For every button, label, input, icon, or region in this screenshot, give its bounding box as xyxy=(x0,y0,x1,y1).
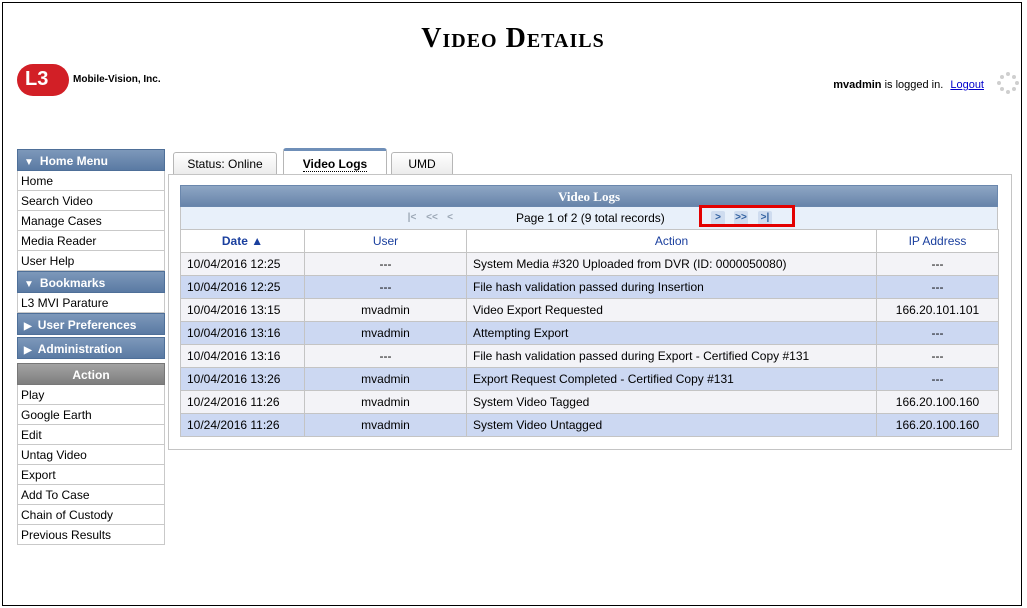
column-date[interactable]: Date ▲ xyxy=(180,229,305,253)
action-export[interactable]: Export xyxy=(17,465,165,485)
cell-action: File hash validation passed during Inser… xyxy=(466,275,877,299)
username: mvadmin xyxy=(833,79,882,91)
loading-spinner-icon xyxy=(997,72,1019,94)
expand-arrow-icon: ▶ xyxy=(24,321,32,332)
table-row[interactable]: 10/04/2016 13:16 --- File hash validatio… xyxy=(180,344,999,368)
table-row[interactable]: 10/04/2016 13:16 mvadmin Attempting Expo… xyxy=(180,321,999,345)
table-row[interactable]: 10/24/2016 11:26 mvadmin System Video Ta… xyxy=(180,390,999,414)
sidebar-item-home[interactable]: Home xyxy=(17,171,165,191)
action-google-earth[interactable]: Google Earth xyxy=(17,405,165,425)
table-row[interactable]: 10/04/2016 12:25 --- File hash validatio… xyxy=(180,275,999,299)
table-row[interactable]: 10/04/2016 13:26 mvadmin Export Request … xyxy=(180,367,999,391)
logged-in-text: is logged in. xyxy=(881,79,944,91)
tab-video-logs[interactable]: Video Logs xyxy=(283,148,387,174)
tab-umd[interactable]: UMD xyxy=(391,152,453,174)
cell-date: 10/04/2016 13:16 xyxy=(180,344,305,368)
action-play[interactable]: Play xyxy=(17,385,165,405)
collapse-arrow-icon: ▼ xyxy=(24,279,34,290)
table-row[interactable]: 10/24/2016 11:26 mvadmin System Video Un… xyxy=(180,413,999,437)
sidebar-item-user-help[interactable]: User Help xyxy=(17,251,165,271)
video-logs-grid: Video Logs |< << < Page 1 of 2 (9 total … xyxy=(180,185,999,437)
home-menu-header[interactable]: ▼ Home Menu xyxy=(17,149,165,171)
cell-action: System Media #320 Uploaded from DVR (ID:… xyxy=(466,252,877,276)
cell-action: System Video Tagged xyxy=(466,390,877,414)
pager-text: Page 1 of 2 (9 total records) xyxy=(516,211,665,225)
sidebar: ▼ Home Menu Home Search Video Manage Case… xyxy=(17,149,165,545)
cell-user: --- xyxy=(304,344,467,368)
cell-ip: 166.20.100.160 xyxy=(876,413,999,437)
table-row[interactable]: 10/04/2016 12:25 --- System Media #320 U… xyxy=(180,252,999,276)
cell-user: mvadmin xyxy=(304,298,467,322)
column-ip-address[interactable]: IP Address xyxy=(876,229,999,253)
cell-ip: 166.20.101.101 xyxy=(876,298,999,322)
cell-date: 10/04/2016 13:26 xyxy=(180,367,305,391)
action-untag-video[interactable]: Untag Video xyxy=(17,445,165,465)
user-preferences-header[interactable]: ▶ User Preferences xyxy=(17,313,165,335)
column-action[interactable]: Action xyxy=(466,229,877,253)
highlight-box xyxy=(699,205,795,227)
cell-ip: 166.20.100.160 xyxy=(876,390,999,414)
cell-action: Attempting Export xyxy=(466,321,877,345)
grid-title: Video Logs xyxy=(180,185,998,207)
tab-status-online[interactable]: Status: Online xyxy=(173,152,277,174)
cell-ip: --- xyxy=(876,367,999,391)
sidebar-item-l3-mvi-parature[interactable]: L3 MVI Parature xyxy=(17,293,165,313)
first-page-icon[interactable]: |< xyxy=(405,211,419,225)
sidebar-item-search-video[interactable]: Search Video xyxy=(17,191,165,211)
logo-badge: L3 xyxy=(17,64,69,96)
cell-date: 10/24/2016 11:26 xyxy=(180,390,305,414)
cell-user: --- xyxy=(304,275,467,299)
cell-ip: --- xyxy=(876,252,999,276)
cell-date: 10/04/2016 13:16 xyxy=(180,321,305,345)
video-logs-panel: Video Logs |< << < Page 1 of 2 (9 total … xyxy=(168,174,1012,450)
prev-fast-icon[interactable]: << xyxy=(425,211,439,225)
prev-page-icon[interactable]: < xyxy=(443,211,457,225)
cell-ip: --- xyxy=(876,344,999,368)
sidebar-item-manage-cases[interactable]: Manage Cases xyxy=(17,211,165,231)
cell-date: 10/04/2016 13:15 xyxy=(180,298,305,322)
column-user[interactable]: User xyxy=(304,229,467,253)
cell-action: System Video Untagged xyxy=(466,413,877,437)
cell-action: Video Export Requested xyxy=(466,298,877,322)
sidebar-item-media-reader[interactable]: Media Reader xyxy=(17,231,165,251)
administration-header[interactable]: ▶ Administration xyxy=(17,337,165,359)
cell-user: mvadmin xyxy=(304,413,467,437)
logo-text: Mobile-Vision, Inc. xyxy=(73,74,161,85)
cell-user: mvadmin xyxy=(304,321,467,345)
cell-date: 10/04/2016 12:25 xyxy=(180,275,305,299)
page-title: Video Details xyxy=(421,23,605,54)
cell-user: mvadmin xyxy=(304,367,467,391)
cell-user: mvadmin xyxy=(304,390,467,414)
collapse-arrow-icon: ▼ xyxy=(24,157,34,168)
action-chain-of-custody[interactable]: Chain of Custody xyxy=(17,505,165,525)
cell-ip: --- xyxy=(876,275,999,299)
cell-user: --- xyxy=(304,252,467,276)
action-previous-results[interactable]: Previous Results xyxy=(17,525,165,545)
login-status: mvadmin is logged in. Logout xyxy=(833,79,984,91)
cell-date: 10/04/2016 12:25 xyxy=(180,252,305,276)
page-frame: Video Details L3 Mobile-Vision, Inc. mva… xyxy=(2,2,1022,606)
logo-mark: L3 xyxy=(25,68,49,90)
bookmarks-header[interactable]: ▼ Bookmarks xyxy=(17,271,165,293)
action-edit[interactable]: Edit xyxy=(17,425,165,445)
cell-action: File hash validation passed during Expor… xyxy=(466,344,877,368)
table-row[interactable]: 10/04/2016 13:15 mvadmin Video Export Re… xyxy=(180,298,999,322)
action-add-to-case[interactable]: Add To Case xyxy=(17,485,165,505)
logout-link[interactable]: Logout xyxy=(950,79,984,91)
action-header: Action xyxy=(17,363,165,385)
pager: |< << < Page 1 of 2 (9 total records) > … xyxy=(180,205,998,229)
cell-ip: --- xyxy=(876,321,999,345)
cell-date: 10/24/2016 11:26 xyxy=(180,413,305,437)
cell-action: Export Request Completed - Certified Cop… xyxy=(466,367,877,391)
logs-table: Date ▲ User Action IP Address 10/04/2016… xyxy=(180,229,999,437)
expand-arrow-icon: ▶ xyxy=(24,345,32,356)
